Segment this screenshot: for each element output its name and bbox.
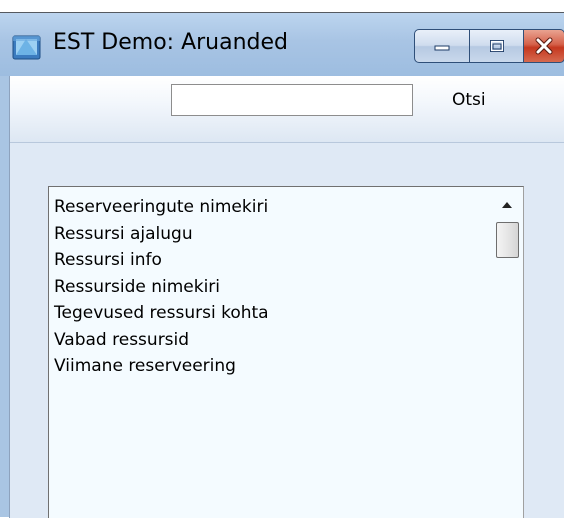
list-item[interactable]: Tegevused ressursi kohta — [54, 300, 474, 327]
maximize-icon — [489, 40, 504, 52]
scroll-up-arrow-icon[interactable] — [502, 202, 512, 208]
search-button[interactable]: Otsi — [452, 90, 486, 110]
minimize-icon — [434, 45, 450, 51]
search-toolbar: Otsi — [10, 76, 564, 143]
close-button[interactable] — [523, 29, 564, 63]
report-list[interactable]: Reserveeringute nimekiri Ressursi ajalug… — [48, 186, 524, 518]
list-item[interactable]: Ressursi ajalugu — [54, 221, 474, 248]
report-window: EST Demo: Aruanded Otsi Reserveeringute … — [0, 12, 564, 518]
scrollbar-thumb[interactable] — [496, 222, 519, 258]
maximize-button[interactable] — [469, 29, 524, 63]
search-input[interactable] — [171, 84, 413, 116]
close-icon — [535, 37, 553, 55]
list-item[interactable]: Ressurside nimekiri — [54, 274, 474, 301]
list-item[interactable]: Viimane reserveering — [54, 353, 474, 380]
minimize-button[interactable] — [414, 29, 470, 63]
window-client-area: Otsi Reserveeringute nimekiri Ressursi a… — [9, 76, 564, 518]
app-folder-icon — [12, 35, 41, 60]
report-list-items: Reserveeringute nimekiri Ressursi ajalug… — [54, 194, 474, 380]
vertical-scrollbar[interactable] — [493, 187, 523, 518]
list-item[interactable]: Reserveeringute nimekiri — [54, 194, 474, 221]
list-item[interactable]: Ressursi info — [54, 247, 474, 274]
list-item[interactable]: Vabad ressursid — [54, 327, 474, 354]
title-bar[interactable]: EST Demo: Aruanded — [0, 13, 564, 76]
window-title: EST Demo: Aruanded — [53, 30, 288, 55]
